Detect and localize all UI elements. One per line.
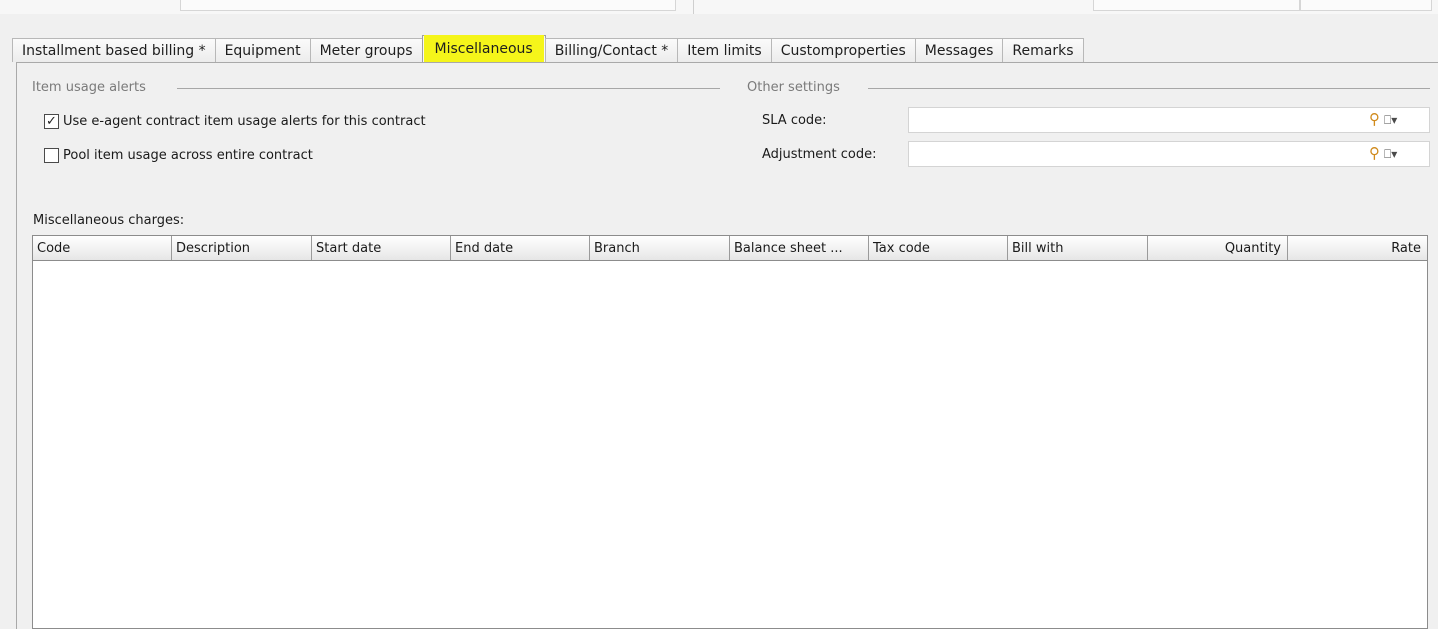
tab-bar: Installment based billing * Equipment Me… [12, 35, 1084, 63]
tab-installment-based-billing[interactable]: Installment based billing * [12, 38, 216, 62]
top-field-partial [1093, 0, 1300, 11]
adjustment-code-field[interactable]: ⚲ ⎕▾ [908, 141, 1430, 167]
tab-billing-contact[interactable]: Billing/Contact * [544, 38, 679, 62]
sla-code-field[interactable]: ⚲ ⎕▾ [908, 107, 1430, 133]
col-header-rate[interactable]: Rate [1288, 236, 1427, 260]
col-header-start-date[interactable]: Start date [312, 236, 451, 260]
tab-remarks[interactable]: Remarks [1002, 38, 1084, 62]
divider [693, 0, 694, 14]
group-divider [868, 88, 1430, 89]
top-field-partial-2 [1300, 0, 1432, 11]
col-header-tax-code[interactable]: Tax code [869, 236, 1008, 260]
adjustment-code-label: Adjustment code: [762, 147, 877, 162]
pool-usage-checkbox[interactable] [44, 148, 59, 163]
other-settings-title: Other settings [747, 80, 840, 95]
use-alerts-label: Use e-agent contract item usage alerts f… [63, 114, 426, 129]
adjustment-code-lookup: ⚲ ⎕▾ [1369, 146, 1397, 161]
item-usage-alerts-title: Item usage alerts [32, 80, 146, 95]
grid-body-empty[interactable] [33, 261, 1427, 628]
picker-dropdown-icon[interactable]: ⎕▾ [1384, 147, 1397, 161]
tab-customproperties[interactable]: Customproperties [770, 38, 916, 62]
sla-code-lookup: ⚲ ⎕▾ [1369, 112, 1397, 127]
magnifier-icon[interactable]: ⚲ [1369, 112, 1380, 127]
tab-miscellaneous[interactable]: Miscellaneous [421, 35, 546, 63]
col-header-quantity[interactable]: Quantity [1148, 236, 1288, 260]
pool-usage-label: Pool item usage across entire contract [63, 148, 313, 163]
tab-messages[interactable]: Messages [914, 38, 1004, 62]
tab-item-limits[interactable]: Item limits [677, 38, 772, 62]
misc-charges-title: Miscellaneous charges: [33, 213, 185, 228]
col-header-description[interactable]: Description [172, 236, 312, 260]
magnifier-icon[interactable]: ⚲ [1369, 146, 1380, 161]
top-cutoff-strip [0, 0, 1438, 14]
tab-meter-groups[interactable]: Meter groups [309, 38, 423, 62]
col-header-balance-sheet[interactable]: Balance sheet ... [730, 236, 869, 260]
status-field-partial [180, 0, 676, 11]
tab-miscellaneous-highlight: Miscellaneous [423, 35, 544, 63]
pool-usage-row[interactable]: Pool item usage across entire contract [44, 148, 313, 163]
use-alerts-checkbox[interactable]: ✓ [44, 114, 59, 129]
col-header-code[interactable]: Code [33, 236, 172, 260]
tab-equipment[interactable]: Equipment [214, 38, 311, 62]
col-header-end-date[interactable]: End date [451, 236, 590, 260]
col-header-branch[interactable]: Branch [590, 236, 730, 260]
col-header-bill-with[interactable]: Bill with [1008, 236, 1148, 260]
grid-header: Code Description Start date End date Bra… [33, 236, 1427, 261]
group-divider [177, 88, 720, 89]
use-alerts-row[interactable]: ✓ Use e-agent contract item usage alerts… [44, 114, 426, 129]
picker-dropdown-icon[interactable]: ⎕▾ [1384, 113, 1397, 127]
misc-charges-grid[interactable]: Code Description Start date End date Bra… [32, 235, 1428, 629]
sla-code-label: SLA code: [762, 113, 827, 128]
